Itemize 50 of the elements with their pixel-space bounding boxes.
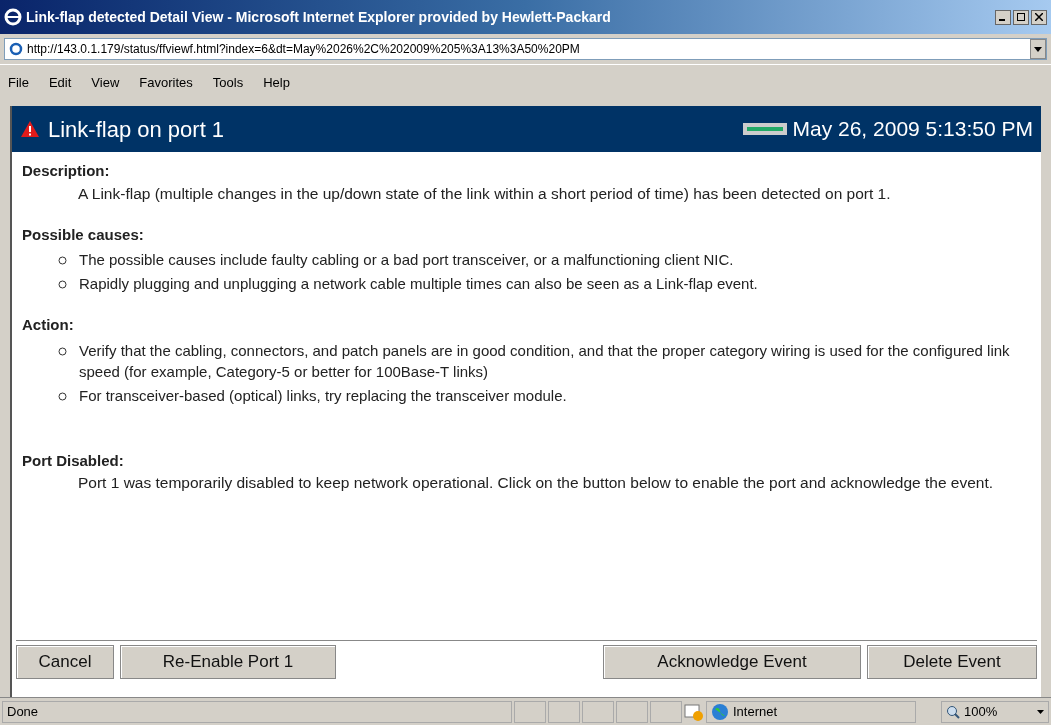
section-heading: Possible causes: <box>22 224 145 245</box>
menu-item[interactable]: Favorites <box>139 72 193 93</box>
switch-icon <box>742 123 787 135</box>
address-field[interactable]: http://143.0.1.179/status/ffviewf.html?index=6&dt=May%2026%2C%202009%205%3A13%3A50%20PM <box>4 38 1047 60</box>
menu-item[interactable]: View <box>91 72 120 93</box>
action-button[interactable]: Delete Event <box>867 645 1037 679</box>
menu-item[interactable]: File <box>8 72 29 93</box>
browser-icon <box>4 8 22 26</box>
caret-icon <box>1037 709 1044 714</box>
menu-item[interactable]: Edit <box>48 72 72 93</box>
action-button[interactable]: Cancel <box>16 645 114 679</box>
action-button[interactable]: Acknowledge Event <box>603 645 861 679</box>
header-timestamp: May 26, 2009 5:13:50 PM <box>792 116 1033 143</box>
zone-text: Internet <box>733 702 778 721</box>
section-text: A Link-flap (multiple changes in the up/down state of the link within a short period of time) has been detected on port 1. <box>77 183 892 204</box>
menu-item[interactable]: Help <box>263 72 290 93</box>
status-panel <box>582 700 614 723</box>
status-text: Done <box>2 700 512 723</box>
section-heading: Action: <box>22 315 75 335</box>
list-item: The possible causes include faulty cabling or a bad port transceiver, or a malfunctioning client NIC. <box>79 250 734 270</box>
section-heading: Port Disabled: <box>22 450 125 471</box>
status-panel <box>650 700 682 723</box>
action-button[interactable]: Re-Enable Port 1 <box>120 645 336 679</box>
page-icon <box>9 42 23 56</box>
bullet-icon <box>58 280 67 289</box>
status-panel <box>514 700 546 723</box>
maximize-button[interactable] <box>1013 9 1029 25</box>
zoom-control[interactable]: 100% <box>941 700 1049 723</box>
bullet-icon <box>58 256 67 265</box>
close-button[interactable] <box>1031 9 1047 25</box>
bullet-icon <box>58 346 67 356</box>
list-item: Rapidly plugging and unplugging a network cable multiple times can also be seen as a Link-flap event. <box>79 274 758 294</box>
maximize-icon <box>1017 13 1025 21</box>
warning-icon <box>20 120 40 138</box>
status-panel <box>616 700 648 723</box>
status-panel <box>548 700 580 723</box>
globe-icon <box>711 702 729 721</box>
header-title: Link-flap on port 1 <box>48 115 225 144</box>
magnifier-icon <box>946 704 960 719</box>
section-heading: Description: <box>22 161 111 181</box>
lock-warning-icon <box>684 702 704 721</box>
close-icon <box>1035 13 1043 21</box>
minimize-button[interactable] <box>995 9 1011 25</box>
menu-item[interactable]: Tools <box>212 72 244 93</box>
section-text: Port 1 was temporarily disabled to keep network operational. Click on the button below to enable the port and acknowledge the event. <box>77 473 995 493</box>
bullet-icon <box>58 391 67 401</box>
list-item: For transceiver-based (optical) links, try replacing the transceiver module. <box>79 385 567 406</box>
window-title: Link-flap detected Detail View - Microsoft Internet Explorer provided by Hewlett-Packard <box>26 7 611 27</box>
dropdown-icon[interactable] <box>1034 46 1042 52</box>
list-item: Verify that the cabling, connectors, and patch panels are in good condition, and that the proper category wiring is used for the configured link speed (for example, Category-5 or better for 100Base-T links) <box>79 340 1011 382</box>
